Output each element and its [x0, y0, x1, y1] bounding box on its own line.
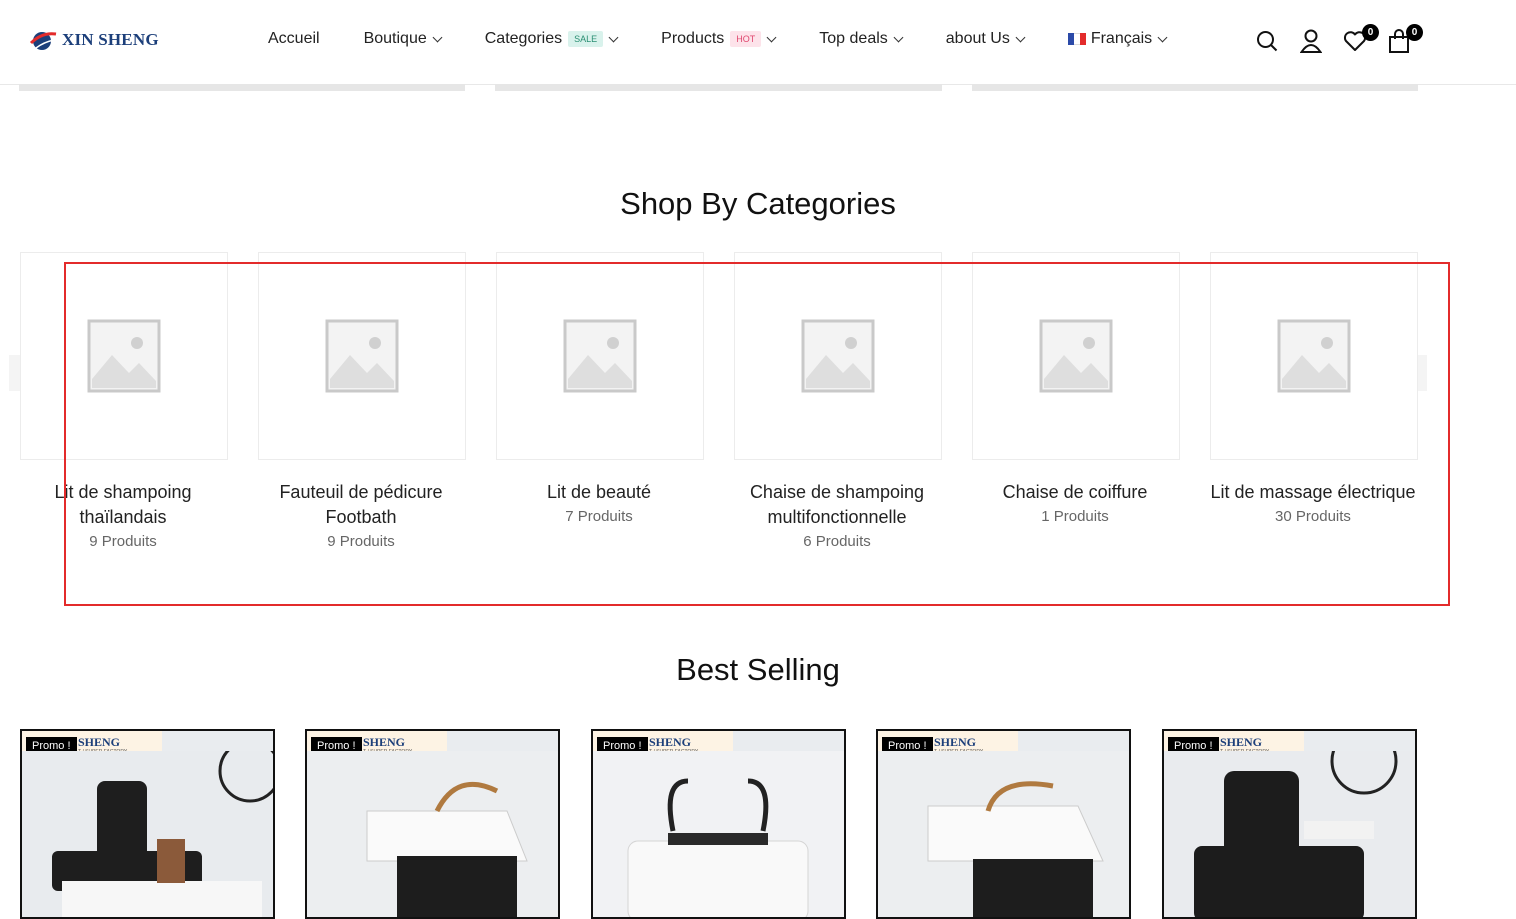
logo-globe-icon: [29, 32, 57, 50]
image-placeholder-icon: [1277, 319, 1351, 393]
product-image: [878, 751, 1129, 917]
cart-button[interactable]: 0: [1387, 24, 1423, 54]
nav-categories[interactable]: Categories SALE: [484, 30, 619, 48]
nav-label: Products: [661, 30, 725, 47]
previous-section-bar: [972, 84, 1418, 91]
category-card-image[interactable]: [496, 252, 704, 460]
chevron-down-icon: [1015, 32, 1026, 42]
wishlist-count: 0: [1362, 24, 1379, 41]
category-card-image[interactable]: [972, 252, 1180, 460]
product-image: [22, 751, 273, 917]
nav-products[interactable]: Products HOT: [661, 30, 777, 48]
category-count: 7 Produits: [565, 508, 633, 525]
nav-label: Categories: [484, 30, 563, 47]
main-nav: Accueil Boutique Categories SALE Product…: [268, 30, 1210, 48]
product-brand: SHENG: [934, 735, 977, 749]
product-brand: SHENG: [78, 735, 121, 749]
product-card[interactable]: SHENG T / SUPER FACTORY Promo !: [876, 729, 1131, 919]
nav-top-deals[interactable]: Top deals: [819, 30, 904, 48]
nav-label: Boutique: [363, 30, 427, 47]
category-count: 30 Produits: [1275, 508, 1351, 525]
image-placeholder-icon: [563, 319, 637, 393]
category-count: 9 Produits: [89, 533, 157, 550]
product-card[interactable]: SHENG T / SUPER FACTORY Promo !: [1162, 729, 1417, 919]
logo[interactable]: XIN SHENG: [28, 28, 159, 52]
product-card[interactable]: SHENG T / SUPER FACTORY Promo !: [305, 729, 560, 919]
product-card[interactable]: SHENG T / SUPER FACTORY Promo !: [591, 729, 846, 919]
search-button[interactable]: [1255, 28, 1279, 54]
product-image: [593, 751, 844, 917]
product-image: [1164, 751, 1415, 917]
categories-heading: Shop By Categories: [620, 186, 896, 221]
nav-label: about Us: [945, 30, 1010, 47]
previous-section-bar: [495, 84, 942, 91]
previous-section-bar: [19, 84, 465, 91]
sale-badge: SALE: [568, 31, 604, 47]
chevron-down-icon: [893, 32, 904, 42]
search-icon: [1257, 31, 1278, 52]
nav-label: Accueil: [268, 30, 320, 47]
product-brand: SHENG: [649, 735, 692, 749]
product-brand: SHENG: [1220, 735, 1263, 749]
nav-accueil[interactable]: Accueil: [268, 30, 320, 48]
category-count: 1 Produits: [1041, 508, 1109, 525]
header-actions: 0 0: [1255, 24, 1423, 54]
image-placeholder-icon: [87, 319, 161, 393]
best-selling-heading: Best Selling: [676, 652, 840, 687]
image-placeholder-icon: [801, 319, 875, 393]
category-name[interactable]: Lit de beauté: [479, 480, 719, 505]
image-placeholder-icon: [1039, 319, 1113, 393]
category-count: 6 Produits: [803, 533, 871, 550]
language-switcher[interactable]: Français: [1067, 30, 1168, 48]
nav-boutique[interactable]: Boutique: [363, 30, 443, 48]
account-button[interactable]: [1299, 28, 1323, 54]
hot-badge: HOT: [730, 31, 762, 47]
category-name[interactable]: Chaise de shampoing multifonctionnelle: [717, 480, 957, 530]
wishlist-button[interactable]: 0: [1343, 24, 1379, 54]
category-card-image[interactable]: [734, 252, 942, 460]
cart-count: 0: [1406, 24, 1423, 41]
category-name[interactable]: Lit de shampoing thaïlandais: [3, 480, 243, 530]
product-card[interactable]: SHENG T / SUPER FACTORY Promo !: [20, 729, 275, 919]
category-card-image[interactable]: [20, 252, 228, 460]
french-flag-icon: [1067, 33, 1086, 45]
category-card-image[interactable]: [258, 252, 466, 460]
chevron-down-icon: [766, 32, 777, 42]
chevron-down-icon: [432, 32, 443, 42]
logo-text: XIN SHENG: [62, 30, 159, 49]
nav-label: Français: [1090, 30, 1153, 47]
chevron-down-icon: [608, 32, 619, 42]
user-icon: [1300, 29, 1322, 53]
image-placeholder-icon: [325, 319, 399, 393]
category-name[interactable]: Fauteuil de pédicure Footbath: [241, 480, 481, 530]
nav-label: Top deals: [819, 30, 888, 47]
category-name[interactable]: Chaise de coiffure: [955, 480, 1195, 505]
category-card-image[interactable]: [1210, 252, 1418, 460]
chevron-down-icon: [1157, 32, 1168, 42]
product-image: [307, 751, 558, 917]
product-brand: SHENG: [363, 735, 406, 749]
nav-about-us[interactable]: about Us: [945, 30, 1026, 48]
category-name[interactable]: Lit de massage électrique: [1193, 480, 1433, 505]
site-header: XIN SHENG Accueil Boutique Categories SA…: [0, 0, 1516, 85]
category-count: 9 Produits: [327, 533, 395, 550]
